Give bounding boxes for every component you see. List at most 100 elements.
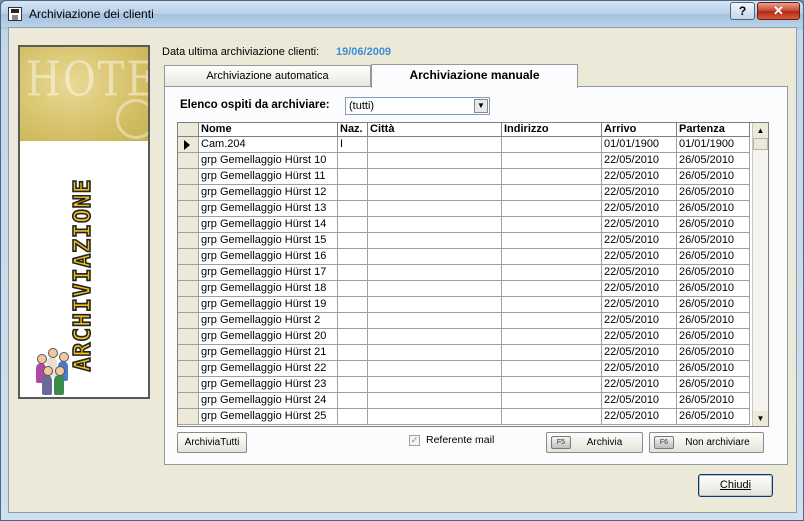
cell-nationality[interactable] bbox=[338, 329, 368, 345]
cell-nationality[interactable] bbox=[338, 409, 368, 425]
cell-city[interactable] bbox=[368, 409, 502, 425]
cell-nationality[interactable] bbox=[338, 249, 368, 265]
row-selector[interactable] bbox=[178, 361, 199, 377]
row-selector[interactable] bbox=[178, 377, 199, 393]
title-bar[interactable]: Archiviazione dei clienti ? ✕ bbox=[1, 1, 803, 27]
cell-arrival[interactable]: 22/05/2010 bbox=[602, 361, 677, 377]
cell-arrival[interactable]: 22/05/2010 bbox=[602, 377, 677, 393]
cell-nationality[interactable]: I bbox=[338, 137, 368, 153]
row-selector[interactable] bbox=[178, 217, 199, 233]
cell-departure[interactable]: 26/05/2010 bbox=[677, 297, 750, 313]
guest-grid[interactable]: Nome Naz. Città Indirizzo Arrivo Partenz… bbox=[177, 122, 769, 427]
cell-name[interactable]: grp Gemellaggio Hürst 12 bbox=[199, 185, 338, 201]
cell-arrival[interactable]: 22/05/2010 bbox=[602, 393, 677, 409]
cell-address[interactable] bbox=[502, 361, 602, 377]
cell-arrival[interactable]: 22/05/2010 bbox=[602, 281, 677, 297]
row-selector[interactable] bbox=[178, 169, 199, 185]
cell-name[interactable]: grp Gemellaggio Hürst 19 bbox=[199, 297, 338, 313]
column-header-name[interactable]: Nome bbox=[199, 123, 338, 137]
help-button[interactable]: ? bbox=[730, 2, 755, 20]
scroll-down-icon[interactable]: ▼ bbox=[753, 411, 768, 426]
cell-city[interactable] bbox=[368, 393, 502, 409]
row-selector[interactable] bbox=[178, 265, 199, 281]
cell-arrival[interactable]: 22/05/2010 bbox=[602, 313, 677, 329]
cell-arrival[interactable]: 22/05/2010 bbox=[602, 169, 677, 185]
cell-name[interactable]: grp Gemellaggio Hürst 20 bbox=[199, 329, 338, 345]
cell-address[interactable] bbox=[502, 345, 602, 361]
cell-address[interactable] bbox=[502, 201, 602, 217]
cell-arrival[interactable]: 22/05/2010 bbox=[602, 345, 677, 361]
cell-city[interactable] bbox=[368, 281, 502, 297]
cell-name[interactable]: grp Gemellaggio Hürst 18 bbox=[199, 281, 338, 297]
cell-arrival[interactable]: 22/05/2010 bbox=[602, 185, 677, 201]
row-selector[interactable] bbox=[178, 393, 199, 409]
tab-automatic-archiving[interactable]: Archiviazione automatica bbox=[164, 65, 371, 87]
cell-name[interactable]: grp Gemellaggio Hürst 2 bbox=[199, 313, 338, 329]
cell-city[interactable] bbox=[368, 345, 502, 361]
close-button[interactable]: Chiudi bbox=[698, 474, 773, 497]
cell-name[interactable]: grp Gemellaggio Hürst 11 bbox=[199, 169, 338, 185]
cell-arrival[interactable]: 22/05/2010 bbox=[602, 297, 677, 313]
cell-address[interactable] bbox=[502, 281, 602, 297]
cell-nationality[interactable] bbox=[338, 233, 368, 249]
cell-nationality[interactable] bbox=[338, 201, 368, 217]
cell-city[interactable] bbox=[368, 249, 502, 265]
cell-departure[interactable]: 26/05/2010 bbox=[677, 153, 750, 169]
cell-nationality[interactable] bbox=[338, 313, 368, 329]
cell-nationality[interactable] bbox=[338, 169, 368, 185]
cell-city[interactable] bbox=[368, 201, 502, 217]
cell-departure[interactable]: 26/05/2010 bbox=[677, 217, 750, 233]
cell-name[interactable]: grp Gemellaggio Hürst 23 bbox=[199, 377, 338, 393]
cell-address[interactable] bbox=[502, 137, 602, 153]
cell-departure[interactable]: 26/05/2010 bbox=[677, 249, 750, 265]
row-selector[interactable] bbox=[178, 345, 199, 361]
cell-city[interactable] bbox=[368, 137, 502, 153]
cell-departure[interactable]: 26/05/2010 bbox=[677, 393, 750, 409]
cell-city[interactable] bbox=[368, 377, 502, 393]
cell-name[interactable]: Cam.204 bbox=[199, 137, 338, 153]
row-selector[interactable] bbox=[178, 329, 199, 345]
cell-departure[interactable]: 26/05/2010 bbox=[677, 201, 750, 217]
cell-nationality[interactable] bbox=[338, 345, 368, 361]
cell-name[interactable]: grp Gemellaggio Hürst 21 bbox=[199, 345, 338, 361]
cell-arrival[interactable]: 22/05/2010 bbox=[602, 153, 677, 169]
cell-name[interactable]: grp Gemellaggio Hürst 24 bbox=[199, 393, 338, 409]
cell-departure[interactable]: 26/05/2010 bbox=[677, 377, 750, 393]
cell-departure[interactable]: 26/05/2010 bbox=[677, 361, 750, 377]
cell-nationality[interactable] bbox=[338, 297, 368, 313]
cell-address[interactable] bbox=[502, 393, 602, 409]
cell-city[interactable] bbox=[368, 329, 502, 345]
cell-departure[interactable]: 26/05/2010 bbox=[677, 185, 750, 201]
referent-mail-checkbox[interactable]: ✓ bbox=[409, 435, 420, 446]
cell-nationality[interactable] bbox=[338, 393, 368, 409]
row-selector[interactable] bbox=[178, 233, 199, 249]
cell-nationality[interactable] bbox=[338, 377, 368, 393]
cell-address[interactable] bbox=[502, 249, 602, 265]
column-header-arrival[interactable]: Arrivo bbox=[602, 123, 677, 137]
cell-nationality[interactable] bbox=[338, 265, 368, 281]
cell-address[interactable] bbox=[502, 169, 602, 185]
row-selector[interactable] bbox=[178, 201, 199, 217]
row-selector[interactable] bbox=[178, 313, 199, 329]
cell-city[interactable] bbox=[368, 169, 502, 185]
row-selector[interactable] bbox=[178, 297, 199, 313]
cell-arrival[interactable]: 22/05/2010 bbox=[602, 329, 677, 345]
cell-name[interactable]: grp Gemellaggio Hürst 10 bbox=[199, 153, 338, 169]
cell-nationality[interactable] bbox=[338, 185, 368, 201]
cell-departure[interactable]: 26/05/2010 bbox=[677, 345, 750, 361]
column-header-nationality[interactable]: Naz. bbox=[338, 123, 368, 137]
grid-vertical-scrollbar[interactable]: ▲ ▼ bbox=[752, 123, 768, 426]
cell-departure[interactable]: 26/05/2010 bbox=[677, 329, 750, 345]
no-archive-button[interactable]: F6 Non archiviare bbox=[649, 432, 764, 453]
row-selector[interactable] bbox=[178, 185, 199, 201]
cell-address[interactable] bbox=[502, 217, 602, 233]
cell-name[interactable]: grp Gemellaggio Hürst 15 bbox=[199, 233, 338, 249]
cell-departure[interactable]: 26/05/2010 bbox=[677, 265, 750, 281]
column-header-departure[interactable]: Partenza bbox=[677, 123, 750, 137]
row-selector[interactable] bbox=[178, 153, 199, 169]
cell-name[interactable]: grp Gemellaggio Hürst 17 bbox=[199, 265, 338, 281]
cell-city[interactable] bbox=[368, 233, 502, 249]
column-header-city[interactable]: Città bbox=[368, 123, 502, 137]
cell-city[interactable] bbox=[368, 217, 502, 233]
cell-address[interactable] bbox=[502, 329, 602, 345]
